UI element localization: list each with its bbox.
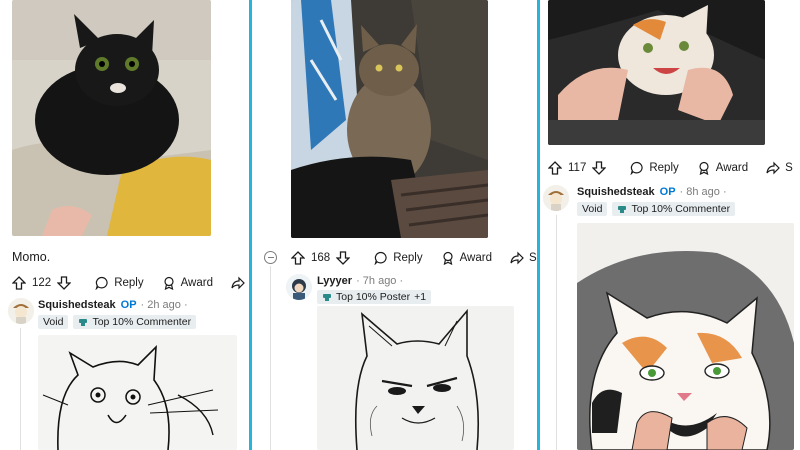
downvote-icon[interactable]	[57, 276, 72, 290]
username[interactable]: Squishedsteak	[38, 299, 116, 311]
action-bar: 168 Reply Award Shar	[291, 251, 537, 265]
reply-button[interactable]: Reply	[95, 276, 144, 290]
timestamp: · 2h ago ·	[140, 299, 188, 311]
cat-drawing[interactable]	[38, 335, 237, 450]
user-flairs: Top 10% Poster +1	[317, 290, 436, 304]
downvote-icon[interactable]	[592, 161, 607, 175]
comment-icon	[95, 276, 108, 290]
trophy-icon	[323, 294, 331, 301]
avatar[interactable]	[8, 298, 34, 324]
upvote-icon[interactable]	[548, 161, 562, 175]
user-flairs: Void Top 10% Commenter	[38, 315, 201, 329]
username[interactable]: Lyyyer	[317, 275, 352, 287]
upvote-icon[interactable]	[291, 251, 305, 265]
flair-void: Void	[38, 315, 69, 329]
trophy-icon	[79, 319, 88, 326]
share-label: Shar	[528, 252, 537, 264]
action-bar: 122 Reply Award Sh	[12, 276, 249, 290]
vote-group: 117	[548, 161, 607, 175]
flair-top-poster: Top 10% Poster +1	[317, 290, 432, 304]
upvote-icon[interactable]	[12, 276, 26, 290]
award-icon	[699, 161, 709, 175]
vote-count: 122	[32, 277, 52, 289]
vote-group: 122	[12, 276, 72, 290]
reply-button[interactable]: Reply	[630, 161, 679, 175]
column-3: 117 Reply Award S Squishedsteak OP · 8h …	[540, 0, 800, 450]
thread-line[interactable]	[20, 328, 21, 450]
share-icon	[510, 251, 524, 265]
award-button[interactable]: Award	[697, 161, 748, 175]
black-cat-photo[interactable]	[12, 0, 211, 236]
collapse-icon	[267, 257, 274, 258]
op-badge: OP	[659, 186, 676, 198]
comment-meta: Squishedsteak OP · 2h ago ·	[38, 299, 188, 311]
flair-top-commenter: Top 10% Commenter	[73, 315, 197, 329]
calico-cat-drawing[interactable]	[577, 223, 794, 450]
award-button[interactable]: Award	[441, 251, 492, 265]
share-icon	[766, 161, 780, 175]
comment-icon	[630, 161, 643, 175]
share-button[interactable]: Shar	[510, 251, 537, 265]
award-label: Award	[459, 252, 492, 264]
vote-count: 117	[568, 162, 587, 174]
collapse-thread-button[interactable]	[264, 251, 277, 264]
op-badge: OP	[120, 299, 137, 311]
flair-top-commenter: Top 10% Commenter	[612, 202, 736, 216]
share-label: S	[785, 162, 793, 174]
calico-cat-photo[interactable]	[548, 0, 765, 145]
username[interactable]: Squishedsteak	[577, 186, 655, 198]
award-icon	[163, 276, 174, 290]
flair-more-count[interactable]: +1	[414, 291, 426, 303]
award-icon	[442, 251, 453, 265]
comment-meta: Squishedsteak OP · 8h ago ·	[577, 186, 727, 198]
user-flairs: Void Top 10% Commenter	[577, 202, 740, 216]
award-button[interactable]: Award	[162, 276, 213, 290]
thread-line[interactable]	[270, 266, 271, 450]
reply-label: Reply	[649, 162, 679, 174]
share-button[interactable]: Sh	[231, 276, 249, 290]
share-icon	[231, 276, 245, 290]
flair-void: Void	[577, 202, 608, 216]
grey-cat-photo[interactable]	[291, 0, 488, 238]
vote-count: 168	[311, 252, 331, 264]
share-button[interactable]: S	[766, 161, 793, 175]
comment-meta: Lyyyer · 7h ago ·	[317, 275, 403, 287]
column-2: 168 Reply Award Shar Lyyyer · 7h ago · T…	[252, 0, 537, 450]
timestamp: · 8h ago ·	[679, 186, 727, 198]
avatar[interactable]	[543, 185, 569, 211]
column-1: Momo. 122 Reply Award Sh Squishedsteak O…	[0, 0, 249, 450]
avatar[interactable]	[286, 274, 312, 300]
reply-button[interactable]: Reply	[374, 251, 423, 265]
downvote-icon[interactable]	[336, 251, 351, 265]
cat-sketch[interactable]	[317, 306, 514, 450]
vote-group: 168	[291, 251, 351, 265]
reply-label: Reply	[393, 252, 423, 264]
trophy-icon	[618, 206, 627, 213]
award-label: Award	[180, 277, 213, 289]
action-bar: 117 Reply Award S	[548, 161, 800, 175]
thread-line[interactable]	[556, 215, 557, 450]
comment-icon	[374, 251, 387, 265]
reply-label: Reply	[114, 277, 144, 289]
timestamp: · 7h ago ·	[356, 275, 404, 287]
award-label: Award	[715, 162, 749, 174]
post-caption: Momo.	[12, 250, 51, 264]
